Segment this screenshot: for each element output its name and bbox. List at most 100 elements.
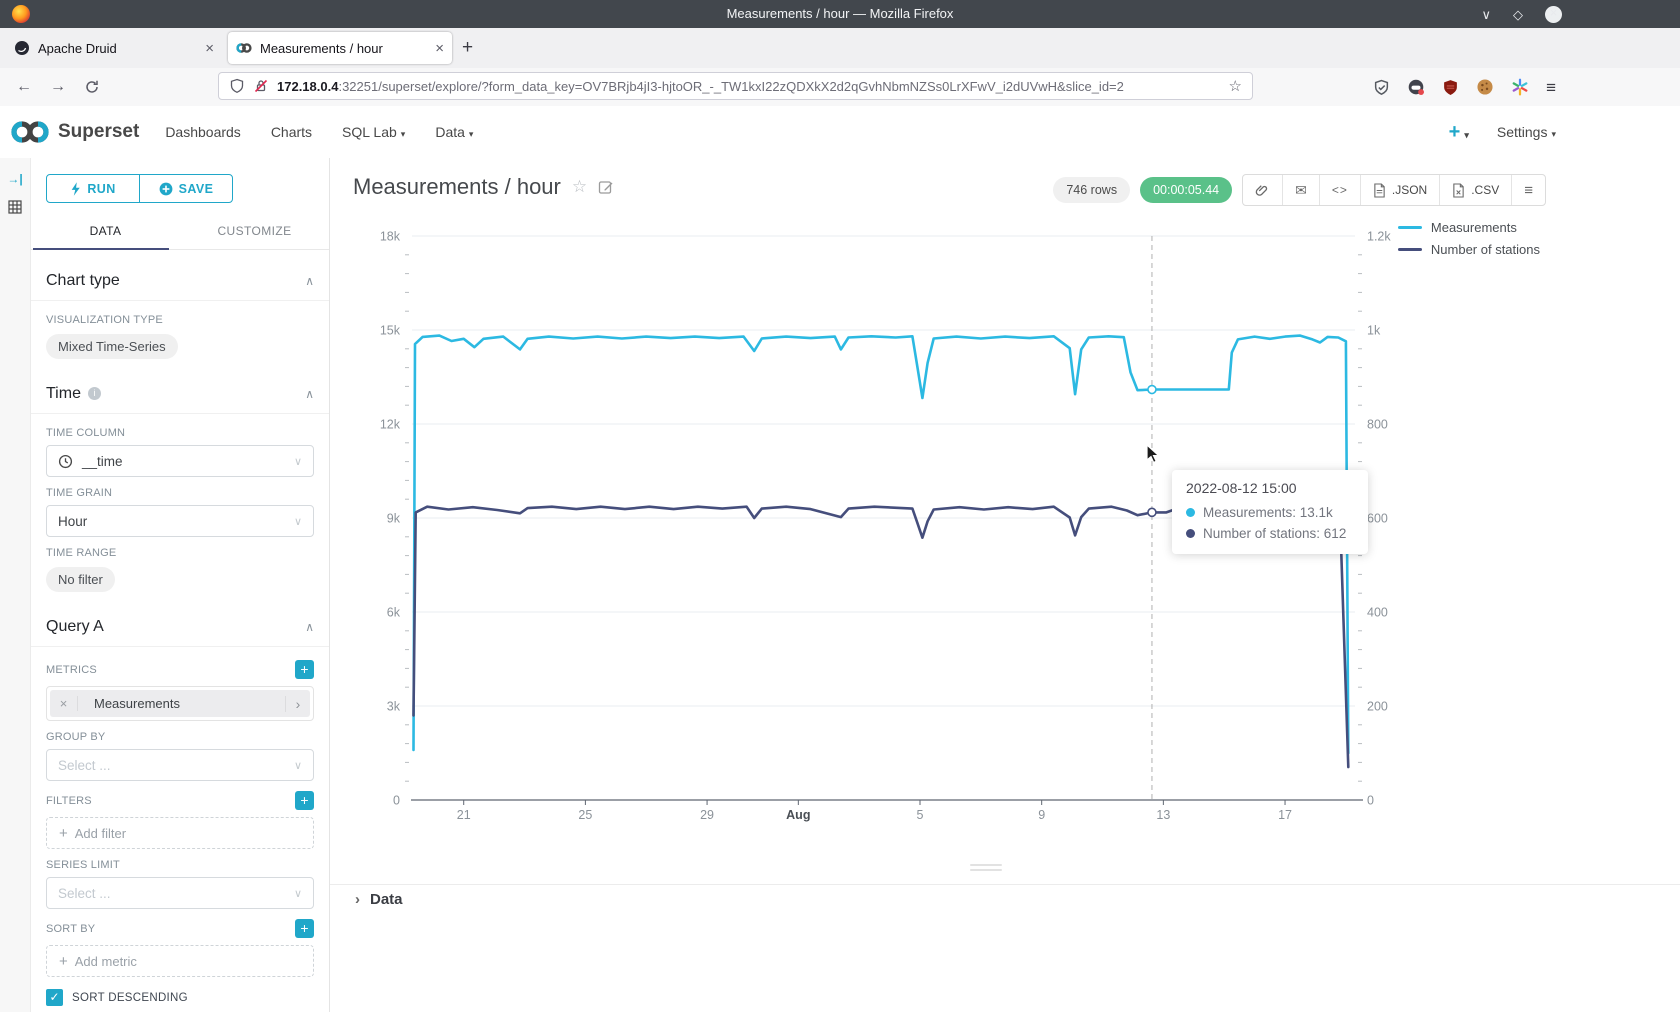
tab-customize[interactable]: CUSTOMIZE (180, 215, 329, 249)
browser-tab-measurements[interactable]: Measurements / hour × (228, 32, 452, 64)
series-dot (1186, 529, 1195, 538)
sort-descending-checkbox[interactable]: ✓ (46, 989, 63, 1006)
group-by-select[interactable]: Select ... ∨ (46, 749, 314, 781)
viz-type-pill[interactable]: Mixed Time-Series (46, 334, 178, 359)
hamburger-menu-icon[interactable]: ≡ (1546, 79, 1556, 96)
back-icon[interactable]: ← (16, 76, 32, 98)
svg-text:5: 5 (917, 808, 924, 822)
copy-link-button[interactable] (1243, 175, 1282, 205)
svg-text:17: 17 (1278, 808, 1292, 822)
open-metric-icon[interactable]: › (285, 696, 310, 712)
tooltip-row: Number of stations: 612 (1186, 523, 1354, 544)
nav-dashboards[interactable]: Dashboards (165, 124, 241, 140)
browser-tab-apache-druid[interactable]: Apache Druid × (6, 32, 222, 64)
svg-text:600: 600 (1367, 512, 1388, 526)
tab-close-icon[interactable]: × (435, 40, 444, 57)
datasource-grid-icon[interactable] (8, 200, 22, 214)
svg-text:800: 800 (1367, 418, 1388, 432)
embed-code-button[interactable]: <> (1319, 175, 1360, 205)
chart-menu-button[interactable]: ≡ (1511, 175, 1545, 205)
mask-extension-icon[interactable] (1407, 78, 1425, 96)
chevron-up-icon[interactable]: ∧ (305, 387, 314, 401)
panel-resize-handle[interactable] (970, 864, 1002, 874)
add-filter-dropzone[interactable]: + Add filter (46, 817, 314, 849)
insecure-lock-icon[interactable] (253, 78, 269, 94)
divider (31, 413, 329, 414)
run-button[interactable]: RUN (46, 174, 140, 203)
timeseries-chart[interactable]: 03k6k9k12k15k18k02004006008001k1.2k21252… (340, 215, 1670, 885)
svg-text:3k: 3k (387, 700, 401, 714)
svg-text:Aug: Aug (786, 808, 810, 822)
edit-title-icon[interactable] (598, 179, 614, 195)
nav-charts[interactable]: Charts (271, 124, 312, 140)
settings-menu[interactable]: Settings▾ (1497, 124, 1556, 140)
link-icon (1255, 183, 1270, 198)
section-query-a[interactable]: Query A ∧ (46, 618, 314, 636)
add-metric-plus-button[interactable]: + (295, 660, 314, 679)
svg-text:29: 29 (700, 808, 714, 822)
time-grain-label: TIME GRAIN (46, 487, 314, 499)
panel-tabs: DATA CUSTOMIZE (31, 215, 329, 250)
export-json-button[interactable]: .JSON (1360, 175, 1439, 205)
expand-right-icon: › (355, 891, 360, 908)
sort-descending-label: SORT DESCENDING (72, 992, 188, 1004)
browser-toolbar: ← → 172.18.0.4:32251/superset/explore/?f… (0, 68, 1680, 107)
divider (31, 646, 329, 647)
shield-icon[interactable] (229, 78, 245, 94)
info-icon: i (88, 387, 101, 400)
divider (330, 884, 1680, 885)
add-filter-plus-button[interactable]: + (295, 791, 314, 810)
window-close-button[interactable]: × (1545, 6, 1562, 23)
email-button[interactable]: ✉ (1282, 175, 1319, 205)
add-sort-metric-plus-button[interactable]: + (295, 919, 314, 938)
section-chart-type[interactable]: Chart type ∧ (46, 272, 314, 290)
collapse-panel-icon[interactable]: →| (0, 172, 30, 186)
window-minimize-button[interactable]: ∨ (1481, 8, 1491, 21)
series-dot (1186, 508, 1195, 517)
shield-check-extension-icon[interactable] (1373, 79, 1390, 96)
new-item-button[interactable]: +▾ (1449, 121, 1469, 144)
chevron-up-icon[interactable]: ∧ (305, 274, 314, 288)
window-maximize-button[interactable]: ◇ (1513, 8, 1523, 21)
superset-logo[interactable] (10, 119, 50, 145)
new-tab-button[interactable]: + (462, 36, 473, 60)
nav-data[interactable]: Data▾ (435, 124, 473, 140)
code-icon: <> (1332, 183, 1348, 197)
browser-tabstrip: Apache Druid × Measurements / hour × + (0, 28, 1680, 69)
tab-label: Apache Druid (38, 41, 199, 56)
active-tab-underline (33, 248, 169, 250)
nav-sql-lab[interactable]: SQL Lab▾ (342, 124, 405, 140)
time-range-pill[interactable]: No filter (46, 567, 115, 592)
section-time[interactable]: Timei ∧ (46, 385, 314, 403)
svg-text:18k: 18k (380, 230, 401, 244)
time-grain-select[interactable]: Hour ∨ (46, 505, 314, 537)
svg-text:13: 13 (1156, 808, 1170, 822)
url-bar[interactable]: 172.18.0.4:32251/superset/explore/?form_… (218, 72, 1253, 100)
remove-metric-icon[interactable]: × (50, 696, 78, 711)
query-duration-badge: 00:00:05.44 (1140, 177, 1232, 203)
time-range-label: TIME RANGE (46, 547, 314, 559)
pinwheel-extension-icon[interactable] (1511, 78, 1529, 96)
ublock-extension-icon[interactable] (1442, 79, 1459, 96)
time-column-select[interactable]: __time ∨ (46, 445, 314, 477)
add-sort-metric-dropzone[interactable]: + Add metric (46, 945, 314, 977)
save-button[interactable]: SAVE (139, 174, 233, 203)
chart-action-group: ✉ <> .JSON .CSV ≡ (1242, 174, 1546, 206)
data-panel-toggle[interactable]: › Data (355, 891, 403, 908)
chevron-down-icon: ∨ (294, 455, 302, 468)
bookmark-star-icon[interactable]: ☆ (1229, 77, 1242, 95)
svg-text:15k: 15k (380, 324, 401, 338)
cookie-extension-icon[interactable] (1476, 78, 1494, 96)
forward-icon[interactable]: → (50, 76, 66, 98)
tab-data[interactable]: DATA (31, 215, 180, 249)
series-limit-select[interactable]: Select ... ∨ (46, 877, 314, 909)
metric-chip[interactable]: × Measurements › (50, 690, 310, 717)
chevron-up-icon[interactable]: ∧ (305, 620, 314, 634)
export-csv-button[interactable]: .CSV (1439, 175, 1511, 205)
tooltip-row: Measurements: 13.1k (1186, 502, 1354, 523)
favorite-star-icon[interactable]: ☆ (572, 177, 587, 197)
tab-close-icon[interactable]: × (205, 40, 214, 57)
sort-descending-row: ✓ SORT DESCENDING (46, 989, 314, 1006)
reload-icon[interactable] (84, 79, 100, 95)
brand-wordmark[interactable]: Superset (58, 121, 139, 143)
